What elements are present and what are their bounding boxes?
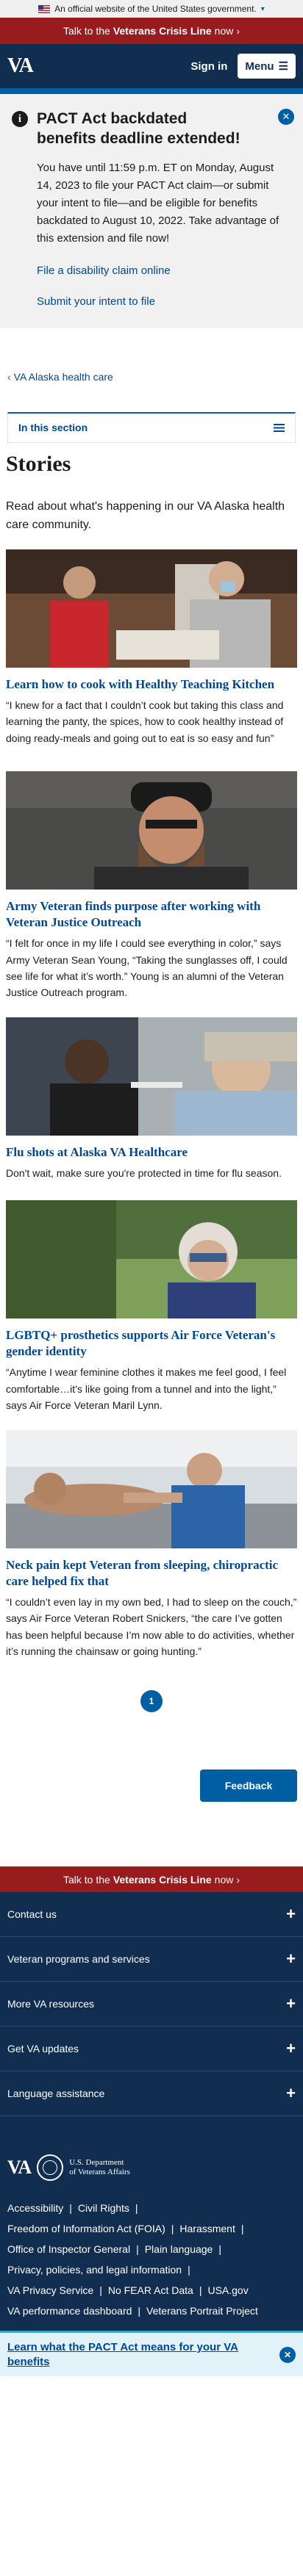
alert-body: You have until 11:59 p.m. ET on Monday, … bbox=[37, 161, 279, 245]
footer-accordion-updates[interactable]: Get VA updates + bbox=[0, 2027, 303, 2072]
hamburger-icon bbox=[274, 423, 285, 432]
footer-accordion-programs[interactable]: Veteran programs and services + bbox=[0, 1937, 303, 1982]
file-claim-link[interactable]: File a disability claim online bbox=[37, 262, 280, 280]
page-title: Stories bbox=[6, 451, 71, 476]
story-title[interactable]: Flu shots at Alaska VA Healthcare bbox=[6, 1144, 297, 1161]
va-seal-icon bbox=[37, 2154, 64, 2182]
story-desc: “I couldn’t even lay in my own bed, I ha… bbox=[6, 1595, 297, 1657]
harassment-link[interactable]: Harassment bbox=[179, 2223, 235, 2234]
privacy-link[interactable]: Privacy, policies, and legal information bbox=[7, 2265, 182, 2275]
story-image-veteran bbox=[6, 771, 297, 890]
intent-to-file-link[interactable]: Submit your intent to file bbox=[37, 293, 280, 311]
footer-accordion-contact[interactable]: Contact us + bbox=[0, 1892, 303, 1938]
story-card: Army Veteran finds purpose after working… bbox=[0, 771, 303, 1001]
story-image-kitchen bbox=[6, 549, 297, 668]
foia-link[interactable]: Freedom of Information Act (FOIA) bbox=[7, 2223, 165, 2234]
plus-icon: + bbox=[286, 2039, 296, 2058]
story-image-flu-shot bbox=[6, 1017, 297, 1136]
us-flag-icon bbox=[38, 4, 51, 13]
menu-icon: ☰ bbox=[278, 60, 288, 73]
no-fear-link[interactable]: No FEAR Act Data bbox=[108, 2285, 193, 2295]
va-logo[interactable]: VA bbox=[7, 54, 34, 78]
story-title[interactable]: LGBTQ+ prosthetics supports Air Force Ve… bbox=[6, 1327, 297, 1360]
chevron-down-icon: ▾ bbox=[260, 4, 265, 13]
portrait-project-link[interactable]: Veterans Portrait Project bbox=[146, 2306, 258, 2316]
footer-accordion-resources[interactable]: More VA resources + bbox=[0, 1982, 303, 2027]
chevron-right-icon: › bbox=[236, 1873, 240, 1886]
close-icon[interactable]: ✕ bbox=[278, 109, 294, 125]
story-title[interactable]: Army Veteran finds purpose after working… bbox=[6, 898, 297, 931]
gov-banner-text: An official website of the United States… bbox=[54, 4, 257, 14]
crisis-line-bar[interactable]: Talk to the Veterans Crisis Line now › bbox=[0, 18, 303, 44]
plus-icon: + bbox=[286, 1905, 296, 1924]
story-image-prosthetics bbox=[6, 1200, 297, 1319]
menu-button[interactable]: Menu ☰ bbox=[238, 54, 296, 79]
story-desc: “I knew for a fact that I couldn’t cook … bbox=[6, 699, 284, 744]
accessibility-link[interactable]: Accessibility bbox=[7, 2203, 63, 2213]
plus-icon: + bbox=[286, 1994, 296, 2013]
story-card: Learn how to cook with Healthy Teaching … bbox=[0, 549, 303, 746]
privacy-service-link[interactable]: VA Privacy Service bbox=[7, 2285, 93, 2295]
breadcrumb-link[interactable]: VA Alaska health care bbox=[14, 371, 113, 383]
footer-accordion-language[interactable]: Language assistance + bbox=[0, 2071, 303, 2117]
pact-alert: i PACT Act backdated benefits deadline e… bbox=[0, 88, 303, 328]
plus-icon: + bbox=[286, 2084, 296, 2103]
sign-in-button[interactable]: Sign in bbox=[190, 60, 227, 73]
civil-rights-link[interactable]: Civil Rights bbox=[78, 2203, 129, 2213]
section-nav-toggle[interactable]: In this section bbox=[7, 411, 296, 443]
story-title[interactable]: Learn how to cook with Healthy Teaching … bbox=[6, 677, 297, 693]
sticky-link[interactable]: Learn what the PACT Act means for your V… bbox=[7, 2340, 250, 2369]
gov-banner[interactable]: An official website of the United States… bbox=[0, 0, 303, 18]
page-number-current[interactable]: 1 bbox=[140, 1690, 163, 1713]
close-icon[interactable]: ✕ bbox=[279, 2346, 296, 2363]
info-icon: i bbox=[12, 111, 28, 127]
page-intro: Read about what's happening in our VA Al… bbox=[6, 499, 285, 532]
pact-sticky-banner[interactable]: Learn what the PACT Act means for your V… bbox=[0, 2331, 303, 2377]
chevron-left-icon: ‹ bbox=[7, 370, 11, 383]
site-header: VA Sign in Menu ☰ bbox=[0, 44, 303, 88]
alert-title: PACT Act backdated benefits deadline ext… bbox=[37, 110, 240, 148]
breadcrumb[interactable]: ‹ VA Alaska health care bbox=[0, 328, 303, 383]
story-card: Flu shots at Alaska VA Healthcare Don't … bbox=[0, 1017, 303, 1181]
chevron-right-icon: › bbox=[236, 25, 240, 37]
site-footer: Talk to the Veterans Crisis Line now › C… bbox=[0, 1866, 303, 2377]
usa-gov-link[interactable]: USA.gov bbox=[207, 2285, 248, 2295]
footer-links: Accessibility | Civil Rights | Freedom of … bbox=[7, 2202, 258, 2317]
story-desc: Don't wait, make sure you're protected i… bbox=[6, 1166, 282, 1179]
oig-link[interactable]: Office of Inspector General bbox=[7, 2244, 130, 2254]
story-desc: “Anytime I wear feminine clothes it make… bbox=[6, 1366, 287, 1412]
story-card: LGBTQ+ prosthetics supports Air Force Ve… bbox=[0, 1200, 303, 1413]
performance-dashboard-link[interactable]: VA performance dashboard bbox=[7, 2306, 132, 2316]
pagination: 1 bbox=[0, 1690, 303, 1713]
footer-crisis-line-bar[interactable]: Talk to the Veterans Crisis Line now › bbox=[0, 1866, 303, 1893]
plain-language-link[interactable]: Plain language bbox=[145, 2244, 213, 2254]
story-card: Neck pain kept Veteran from sleeping, ch… bbox=[0, 1429, 303, 1660]
story-desc: “I felt for once in my life I could see … bbox=[6, 937, 288, 999]
story-title[interactable]: Neck pain kept Veteran from sleeping, ch… bbox=[6, 1557, 297, 1590]
feedback-button[interactable]: Feedback bbox=[200, 1769, 297, 1803]
footer-logo[interactable]: VA U.S. Department of Veterans Affairs bbox=[0, 2116, 303, 2182]
story-image-chiropractic bbox=[6, 1429, 297, 1548]
plus-icon: + bbox=[286, 1949, 296, 1969]
